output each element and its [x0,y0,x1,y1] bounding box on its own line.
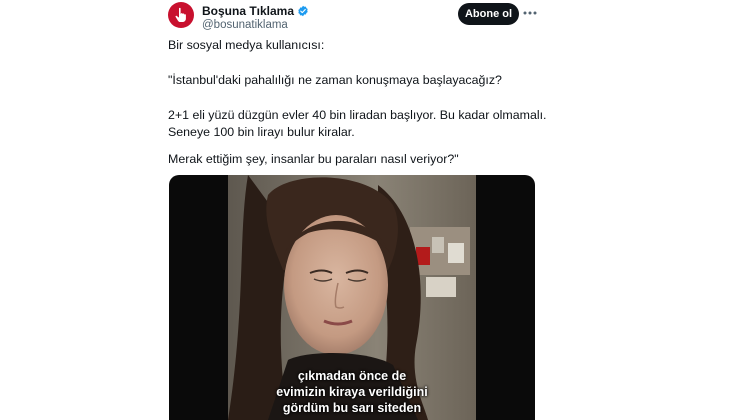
more-button[interactable] [523,6,537,20]
author-handle[interactable]: @bosunatiklama [202,19,288,31]
tweet-line: Bir sosyal medya kullanıcısı: [168,38,325,52]
tweet-line: 2+1 eli yüzü düzgün evler 40 bin liradan… [168,108,547,122]
more-dots-icon [523,11,537,15]
verified-badge-icon [298,5,308,17]
tweet-line: "İstanbul'daki pahalılığı ne zaman konuş… [168,73,502,87]
video-player[interactable]: çıkmadan önce de evimizin kiraya verildi… [169,175,535,420]
author-name[interactable]: Boşuna Tıklama [202,4,309,18]
video-frame [228,175,476,420]
video-subtitle: evimizin kiraya verildiğini [276,385,428,399]
pointing-hand-icon [175,7,186,22]
tweet-line: Seneye 100 bin lirayı bulur kiralar. [168,125,355,139]
tweet: Boşuna Tıklama @bosunatiklama Abone ol B… [0,0,730,420]
video-subtitle: çıkmadan önce de [297,369,407,383]
video-subtitle: gördüm bu sarı siteden [282,401,422,415]
follow-button[interactable]: Abone ol [458,3,519,25]
avatar[interactable] [168,2,194,28]
tweet-line: Merak ettiğim şey, insanlar bu paraları … [168,152,459,166]
video-still [228,175,476,420]
author-name-text: Boşuna Tıklama [202,4,295,18]
